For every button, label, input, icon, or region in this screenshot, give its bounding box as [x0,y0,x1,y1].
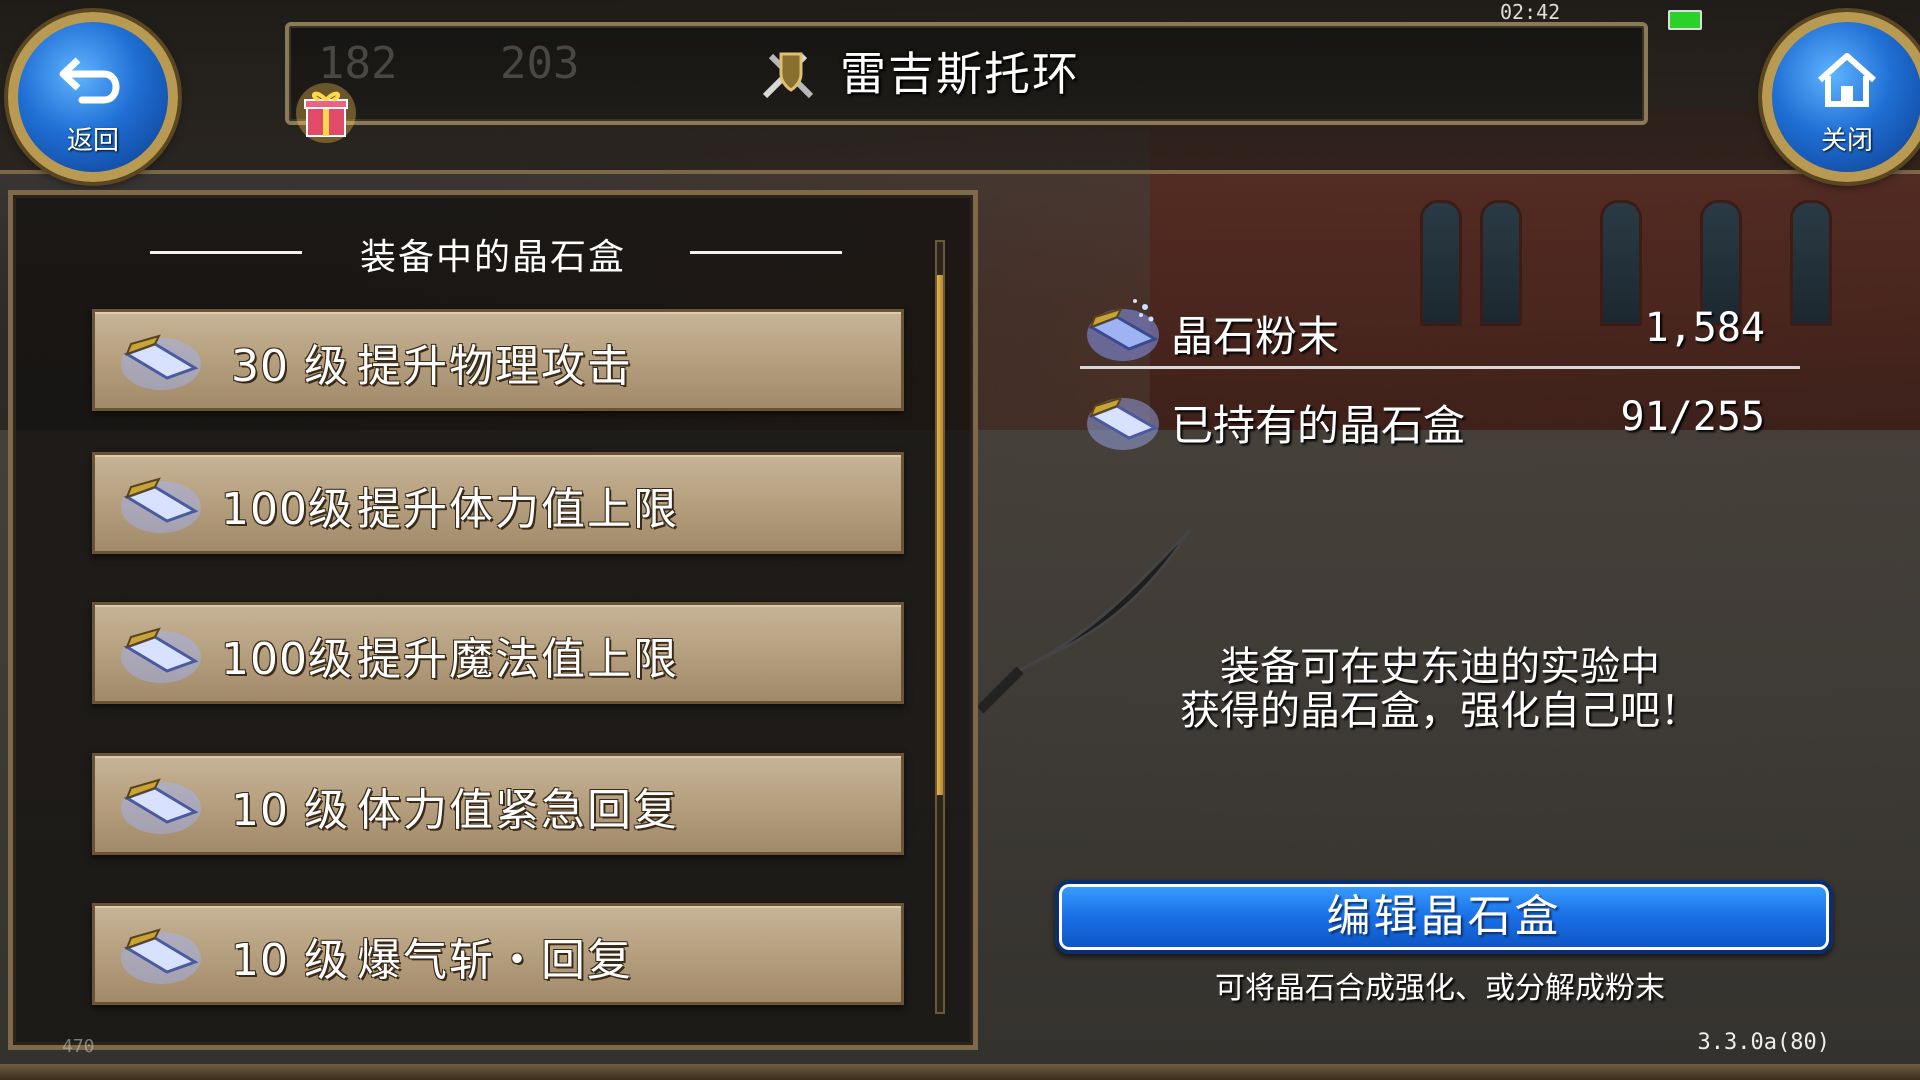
close-button-label: 关闭 [1820,126,1873,156]
status-time: 02:42 [1500,0,1561,24]
crystal-box-icon [121,778,201,834]
crystal-box-icon [121,477,201,533]
item-level: 10 级 [231,935,349,986]
item-level: 100级 [221,634,353,685]
crystal-item[interactable]: 30 级 提升物理攻击 [92,309,904,411]
item-name: 提升物理攻击 [357,341,633,392]
bottom-frame [0,1064,1920,1080]
edit-crystal-box-button[interactable]: 编辑晶石盒 [1055,880,1833,954]
faded-stat-right: 203 [500,38,580,89]
back-button-label: 返回 [66,126,119,156]
battery-icon [1668,10,1702,30]
home-icon [1818,53,1876,107]
item-level: 30 级 [231,341,349,392]
heading-divider-right [690,251,842,254]
stat-value: 1,584 [1644,305,1765,351]
crossed-swords-shield-icon [762,52,814,99]
back-arrow-icon [59,57,120,104]
stat-value: 91/255 [1620,394,1766,440]
crystal-powder-icon [1087,299,1159,361]
crystal-item[interactable]: 100级 提升体力值上限 [92,452,904,554]
crystal-box-icon [1087,396,1159,450]
back-button[interactable]: 返回 [8,12,178,182]
page-title: 雷吉斯托环 [840,47,1080,101]
close-button[interactable]: 关闭 [1762,12,1920,182]
crystal-box-icon [121,928,201,984]
item-name: 提升体力值上限 [357,484,679,535]
edit-hint: 可将晶石合成强化、或分解成粉末 [1215,971,1665,1006]
description-line: 获得的晶石盒，强化自己吧！ [1180,688,1700,734]
crystal-item[interactable]: 100级 提升魔法值上限 [92,602,904,704]
stat-crystal-powder: 晶石粉末 1,584 [1085,293,1795,363]
item-level: 10 级 [231,785,349,836]
gift-icon[interactable] [295,82,357,144]
item-level: 100级 [221,484,353,535]
stat-label: 晶石粉末 [1171,312,1340,361]
item-name: 提升魔法值上限 [357,634,679,685]
item-name: 体力值紧急回复 [357,785,679,836]
crystal-item[interactable]: 10 级 体力值紧急回复 [92,753,904,855]
stat-owned-crystal-box: 已持有的晶石盒 91/255 [1085,382,1795,452]
heading-divider-left [150,251,302,254]
crystal-item[interactable]: 10 级 爆气斩・回复 [92,903,904,1005]
item-name: 爆气斩・回复 [357,935,633,986]
footer-partial-stat: 470 [62,1036,95,1057]
version-label: 3.3.0a(80) [1697,1030,1830,1055]
description-line: 装备可在史东迪的实验中 [1220,644,1660,690]
panel-heading: 装备中的晶石盒 [360,237,627,278]
background-window [1790,200,1832,326]
stat-divider [1080,366,1800,369]
scrollbar-thumb[interactable] [937,275,943,795]
crystal-box-icon [121,627,201,683]
stat-label: 已持有的晶石盒 [1171,401,1466,450]
crystal-box-icon [121,334,201,390]
description-text: 装备可在史东迪的实验中 获得的晶石盒，强化自己吧！ [1100,645,1780,733]
